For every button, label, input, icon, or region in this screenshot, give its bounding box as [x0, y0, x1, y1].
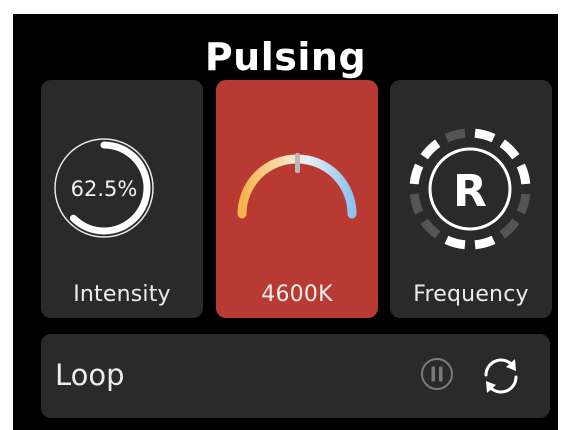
frequency-segment [444, 128, 466, 143]
color-temperature-card[interactable]: 4600K [216, 80, 378, 318]
frequency-card[interactable]: R Frequency [390, 80, 552, 318]
intensity-card[interactable]: 62.5% Intensity [41, 80, 203, 318]
intensity-value: 62.5% [71, 177, 138, 201]
frequency-segment [516, 193, 531, 215]
frequency-label: Frequency [413, 282, 529, 307]
device-screen: Pulsing 62.5% Intensity 4600K R Frequenc… [13, 14, 558, 430]
frequency-segment [499, 218, 520, 239]
frequency-segment [499, 139, 520, 160]
frequency-segment [444, 235, 466, 250]
intensity-label: Intensity [73, 282, 171, 307]
frequency-segment [474, 128, 496, 143]
frequency-segment [420, 218, 441, 239]
frequency-segment [474, 235, 496, 250]
temperature-marker [295, 153, 300, 173]
frequency-dial-icon: R [409, 128, 531, 250]
temperature-label: 4600K [261, 282, 333, 307]
loop-bar[interactable]: Loop [41, 334, 550, 418]
frequency-segment [409, 163, 424, 185]
color-temperature-gauge-icon [237, 153, 357, 219]
loop-label: Loop [55, 358, 125, 392]
frequency-mode-letter: R [453, 166, 487, 217]
frequency-segment [516, 163, 531, 185]
frequency-segment [409, 193, 424, 215]
intensity-ring-icon: 62.5% [54, 138, 154, 238]
repeat-icon[interactable] [478, 353, 524, 399]
frequency-segment [420, 139, 441, 160]
page-title: Pulsing [204, 35, 367, 79]
pause-icon[interactable] [419, 356, 455, 392]
